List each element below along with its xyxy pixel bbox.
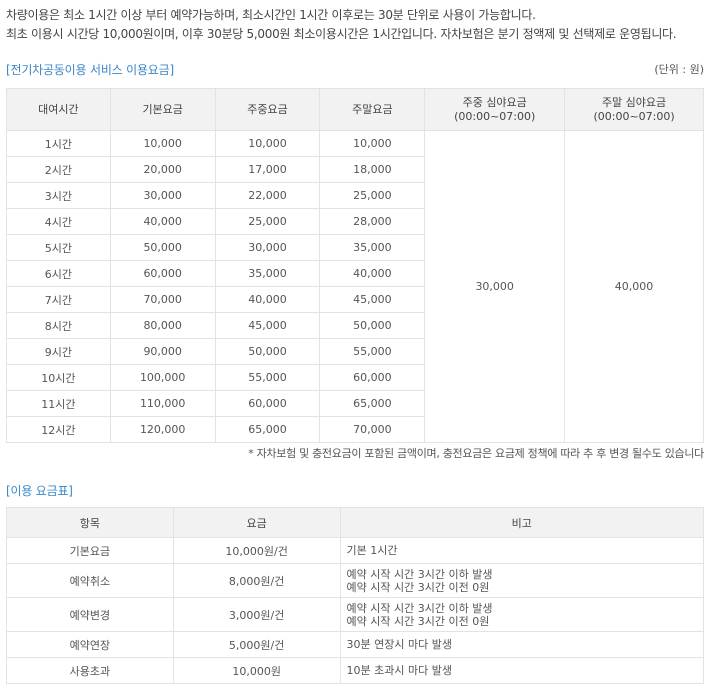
fee-cell-weekend: 28,000	[319, 208, 426, 235]
usage-row: 사용초과 10,000원 10분 초과시 마다 발생	[6, 657, 705, 684]
usage-remark: 10분 초과시 마다 발생	[339, 657, 705, 684]
fee-cell-duration: 8시간	[6, 312, 111, 339]
header-weekend-night: 주말 심야요금 (00:00~07:00)	[564, 88, 704, 131]
header-fee: 요금	[172, 507, 341, 538]
fee-cell-weekday: 40,000	[214, 286, 321, 313]
usage-table-header: 항목 요금 비고	[6, 507, 705, 538]
usage-table: 항목 요금 비고 기본요금 10,000원/건 기본 1시간예약취소 8,000원/건…	[6, 507, 705, 684]
usage-item: 예약변경	[6, 597, 174, 632]
fee-cell-duration: 3시간	[6, 182, 111, 209]
usage-row: 기본요금 10,000원/건 기본 1시간	[6, 537, 705, 564]
usage-section-title: [이용 요금표]	[6, 484, 73, 498]
fee-cell-basic: 50,000	[109, 234, 216, 261]
usage-remark-line: 예약 시작 시간 3시간 이하 발생	[346, 601, 493, 615]
fee-cell-weekday: 17,000	[214, 156, 321, 183]
fee-cell-weekday: 45,000	[214, 312, 321, 339]
usage-fee: 3,000원/건	[172, 597, 341, 632]
usage-fee: 10,000원	[172, 657, 341, 684]
intro-line-2: 최초 이용시 시간당 10,000원이며, 이후 30분당 5,000원 최소이…	[6, 27, 677, 41]
fee-cell-weekday: 25,000	[214, 208, 321, 235]
fee-cell-duration: 12시간	[6, 416, 111, 443]
header-item: 항목	[6, 507, 174, 538]
fee-cell-weekend: 10,000	[319, 130, 426, 157]
fee-cell-weekend: 40,000	[319, 260, 426, 287]
fee-cell-weekend: 70,000	[319, 416, 426, 443]
fee-cell-duration: 4시간	[6, 208, 111, 235]
fee-cell-weekday: 65,000	[214, 416, 321, 443]
fee-cell-basic: 90,000	[109, 338, 216, 365]
fee-cell-weekend: 35,000	[319, 234, 426, 261]
usage-remark-line: 예약 시작 시간 3시간 이하 발생	[346, 567, 493, 581]
fee-cell-weekday: 35,000	[214, 260, 321, 287]
fee-cell-weekend: 45,000	[319, 286, 426, 313]
fee-cell-duration: 11시간	[6, 390, 111, 417]
fee-cell-weekend: 25,000	[319, 182, 426, 209]
fee-cell-basic: 100,000	[109, 364, 216, 391]
header-remark: 비고	[339, 507, 705, 538]
fee-cell-weekend: 65,000	[319, 390, 426, 417]
usage-row: 예약변경 3,000원/건 예약 시작 시간 3시간 이하 발생 예약 시작 시간 3…	[6, 597, 705, 632]
fee-cell-weekend: 60,000	[319, 364, 426, 391]
fee-cell-weekday: 50,000	[214, 338, 321, 365]
fee-cell-basic: 10,000	[109, 130, 216, 157]
intro-line-1: 차량이용은 최소 1시간 이상 부터 예약가능하며, 최소시간인 1시간 이후로…	[6, 8, 536, 22]
fee-cell-duration: 6시간	[6, 260, 111, 287]
usage-fee: 5,000원/건	[172, 631, 341, 658]
usage-remark-line: 예약 시작 시간 3시간 이전 0원	[346, 614, 490, 628]
weekend-night-fee: 40,000	[564, 130, 704, 443]
usage-item: 사용초과	[6, 657, 174, 684]
fee-cell-basic: 110,000	[109, 390, 216, 417]
fee-cell-duration: 5시간	[6, 234, 111, 261]
fee-row: 1시간 10,000 10,000 10,000 30,000 40,000	[6, 130, 704, 443]
usage-remark: 예약 시작 시간 3시간 이하 발생 예약 시작 시간 3시간 이전 0원	[339, 563, 705, 598]
header-weekday: 주중요금	[214, 88, 321, 131]
fee-cell-weekend: 50,000	[319, 312, 426, 339]
usage-remark-line: 기본 1시간	[346, 544, 398, 557]
fee-cell-basic: 20,000	[109, 156, 216, 183]
fee-cell-weekday: 55,000	[214, 364, 321, 391]
usage-remark: 30분 연장시 마다 발생	[339, 631, 705, 658]
fee-note: * 자차보험 및 충전요금이 포함된 금액이며, 충전요금은 요금제 정책에 따…	[248, 447, 704, 460]
fee-cell-weekday: 60,000	[214, 390, 321, 417]
usage-remark-line: 예약 시작 시간 3시간 이전 0원	[346, 580, 490, 594]
fee-cell-basic: 60,000	[109, 260, 216, 287]
fee-cell-duration: 9시간	[6, 338, 111, 365]
fee-cell-basic: 80,000	[109, 312, 216, 339]
usage-item: 예약취소	[6, 563, 174, 598]
fee-cell-weekday: 30,000	[214, 234, 321, 261]
fee-cell-basic: 120,000	[109, 416, 216, 443]
fee-cell-basic: 40,000	[109, 208, 216, 235]
header-weekend: 주말요금	[319, 88, 426, 131]
header-duration: 대여시간	[6, 88, 111, 131]
intro-text: 차량이용은 최소 1시간 이상 부터 예약가능하며, 최소시간인 1시간 이후로…	[6, 6, 677, 44]
fee-cell-duration: 10시간	[6, 364, 111, 391]
usage-row: 예약연장 5,000원/건 30분 연장시 마다 발생	[6, 631, 705, 658]
fee-cell-duration: 7시간	[6, 286, 111, 313]
fee-cell-weekend: 55,000	[319, 338, 426, 365]
fee-cell-duration: 2시간	[6, 156, 111, 183]
usage-remark-line: 30분 연장시 마다 발생	[346, 638, 452, 651]
usage-fee: 10,000원/건	[172, 537, 341, 564]
fee-cell-weekday: 22,000	[214, 182, 321, 209]
fee-cell-weekday: 10,000	[214, 130, 321, 157]
usage-item: 기본요금	[6, 537, 174, 564]
fee-cell-basic: 70,000	[109, 286, 216, 313]
usage-remark: 예약 시작 시간 3시간 이하 발생 예약 시작 시간 3시간 이전 0원	[339, 597, 705, 632]
header-weekday-night: 주중 심야요금 (00:00~07:00)	[424, 88, 566, 131]
fee-cell-duration: 1시간	[6, 130, 111, 157]
fee-cell-weekend: 18,000	[319, 156, 426, 183]
usage-row: 예약취소 8,000원/건 예약 시작 시간 3시간 이하 발생 예약 시작 시간 3…	[6, 563, 705, 598]
fee-section-title: [전기차공동이용 서비스 이용요금]	[6, 63, 174, 77]
weekday-night-fee: 30,000	[424, 130, 566, 443]
usage-item: 예약연장	[6, 631, 174, 658]
usage-fee: 8,000원/건	[172, 563, 341, 598]
fee-table-header: 대여시간 기본요금 주중요금 주말요금 주중 심야요금 (00:00~07:00)…	[6, 88, 704, 131]
usage-remark: 기본 1시간	[339, 537, 705, 564]
usage-remark-line: 10분 초과시 마다 발생	[346, 664, 452, 677]
fee-cell-basic: 30,000	[109, 182, 216, 209]
fee-table: 대여시간 기본요금 주중요금 주말요금 주중 심야요금 (00:00~07:00)…	[6, 88, 704, 443]
header-basic: 기본요금	[109, 88, 216, 131]
unit-label: (단위 : 원)	[654, 63, 704, 76]
